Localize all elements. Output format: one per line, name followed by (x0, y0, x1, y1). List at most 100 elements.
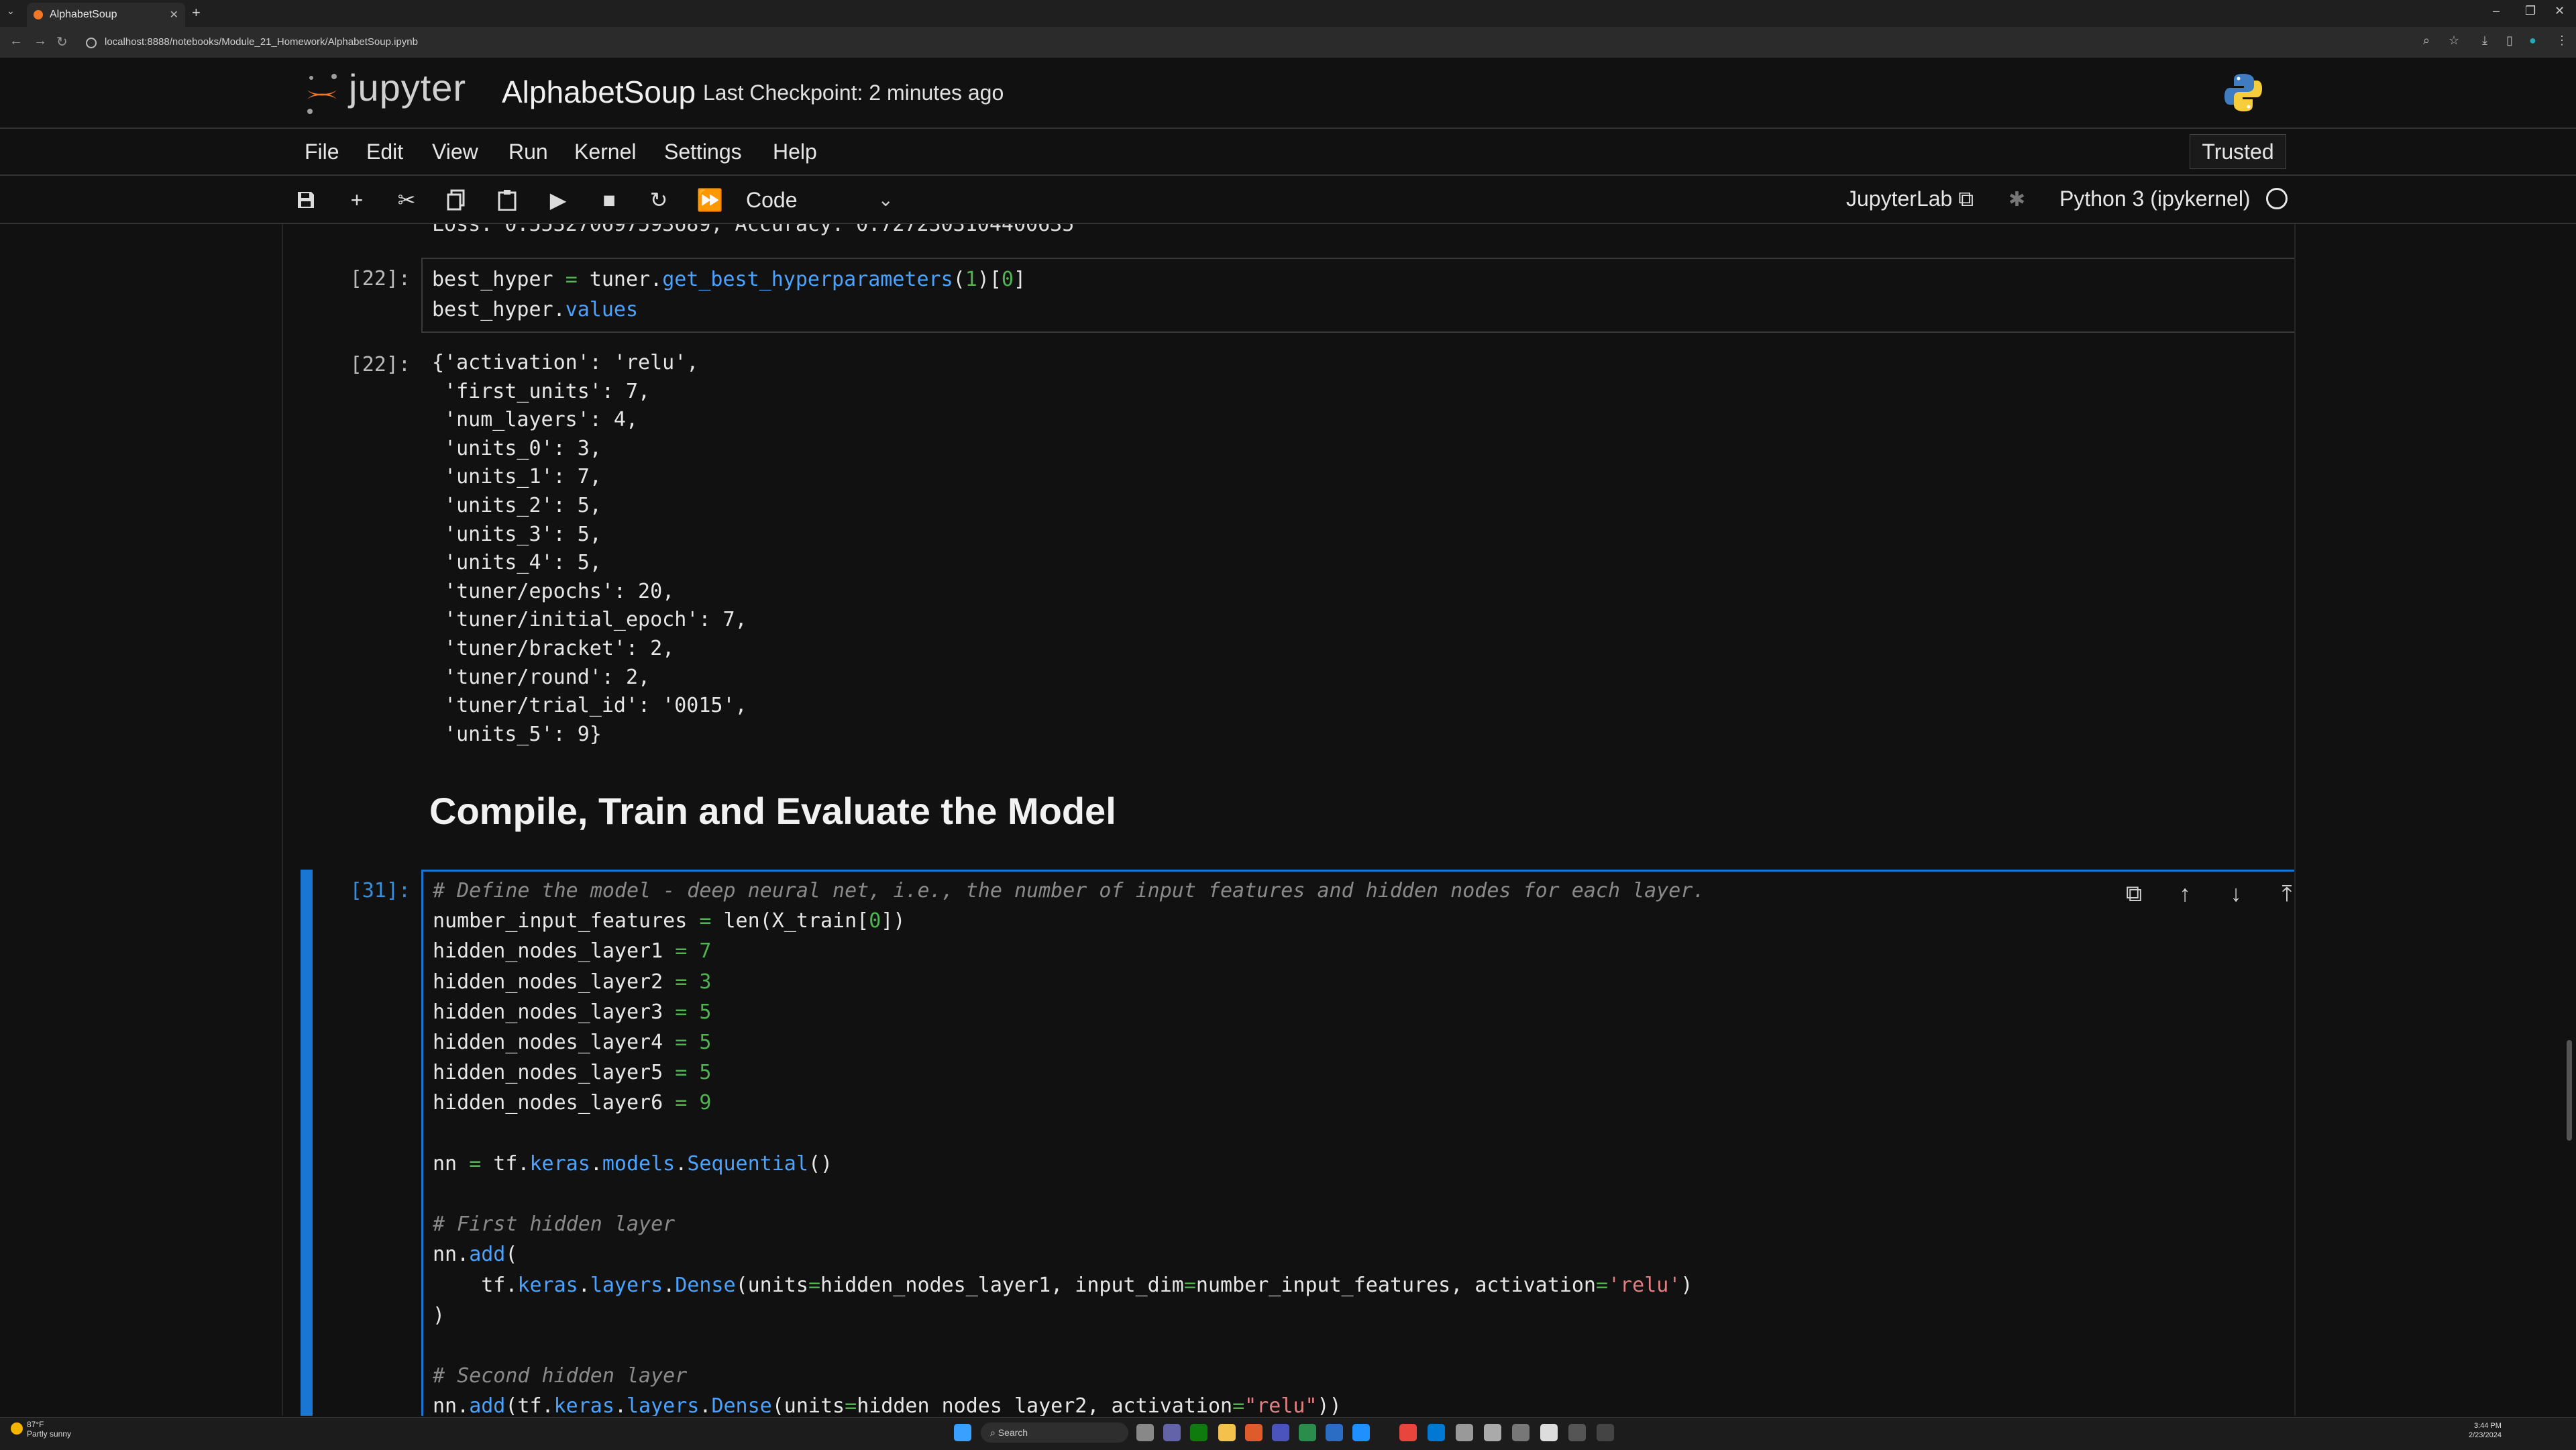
file-explorer-icon[interactable] (1218, 1424, 1236, 1441)
duplicate-cell-icon[interactable]: ⧉ (2118, 881, 2150, 908)
app-icon-5[interactable] (1540, 1424, 1558, 1441)
scrollbar-thumb[interactable] (2567, 1040, 2572, 1141)
search-icon: ⌕ (990, 1427, 996, 1438)
output-line: 'units_0': 3, (432, 436, 602, 460)
cell-31-code: # Define the model - deep neural net, i.… (433, 879, 1705, 1416)
cut-icon[interactable]: ✂ (393, 187, 420, 213)
menu-file[interactable]: File (305, 140, 339, 164)
output-line: 'tuner/trial_id': '0015', (432, 694, 747, 718)
restart-kernel-icon[interactable]: ↻ (645, 187, 672, 213)
word-icon[interactable] (1326, 1424, 1343, 1441)
app-icon-2[interactable] (1456, 1424, 1473, 1441)
window-close-icon[interactable]: ✕ (2555, 4, 2565, 18)
save-icon[interactable] (292, 187, 319, 213)
move-up-icon[interactable]: ↑ (2169, 881, 2201, 908)
output-line: 'units_5': 9} (432, 722, 602, 746)
copy-icon[interactable] (443, 187, 470, 213)
clock-date: 2/23/2024 (2469, 1431, 2502, 1439)
maximize-icon[interactable]: ❐ (2525, 4, 2536, 18)
interrupt-kernel-icon[interactable]: ■ (596, 187, 623, 213)
debugger-bug-icon[interactable]: ✱ (2008, 188, 2025, 211)
insert-above-icon[interactable]: ⤒ (2271, 881, 2294, 908)
menu-kernel[interactable]: Kernel (574, 140, 637, 164)
output-line: 'tuner/epochs': 20, (432, 579, 675, 603)
sidepanel-icon[interactable]: ▯ (2506, 34, 2513, 48)
terminal-icon[interactable] (1597, 1424, 1614, 1441)
output-line: 'units_3': 5, (432, 522, 602, 546)
previous-output-line: Loss: 0.5532706975936​89, Accuracy: 0.72… (432, 224, 1075, 236)
reload-icon[interactable]: ↻ (56, 34, 68, 50)
bookmark-star-icon[interactable]: ☆ (2449, 34, 2459, 48)
windows-start-icon[interactable] (954, 1424, 971, 1441)
browser-tab[interactable]: AlphabetSoup ✕ (27, 3, 185, 27)
kernel-name[interactable]: Python 3 (ipykernel) (2059, 187, 2251, 211)
forward-icon[interactable]: → (34, 34, 47, 49)
profile-icon[interactable]: ● (2529, 34, 2536, 48)
jupyter-logo-icon[interactable] (302, 70, 342, 117)
taskbar-clock[interactable]: 3:44 PM 2/23/2024 (2469, 1421, 2502, 1440)
python-logo-icon (2224, 74, 2262, 111)
task-view-icon[interactable] (1136, 1424, 1154, 1441)
notebook-name[interactable]: AlphabetSoup (502, 74, 696, 110)
site-info-icon[interactable] (86, 38, 97, 48)
cell-type-select[interactable]: Code ⌄ (746, 184, 894, 216)
zoom-icon[interactable]: ⌕ (2423, 34, 2430, 48)
cell-22-input-prompt: [22]: (350, 267, 411, 291)
app-icon-1[interactable] (1272, 1424, 1289, 1441)
tab-title: AlphabetSoup (50, 9, 117, 20)
minimize-icon[interactable]: – (2493, 4, 2500, 18)
weather-widget[interactable]: 87°F Partly sunny (27, 1420, 71, 1439)
trusted-badge[interactable]: Trusted (2190, 134, 2286, 169)
section-heading: Compile, Train and Evaluate the Model (429, 790, 1116, 832)
app-icon-4[interactable] (1512, 1424, 1529, 1441)
notebook-panel[interactable]: Loss: 0.5532706975936​89, Accuracy: 0.72… (282, 224, 2296, 1416)
weather-temp: 87°F (27, 1420, 44, 1429)
menu-run[interactable]: Run (508, 140, 548, 164)
notebook-scrollbar[interactable] (2564, 224, 2576, 1416)
cell-31-prompt: [31]: (350, 879, 411, 902)
todo-icon[interactable] (1352, 1424, 1370, 1441)
cell-31-code-editor[interactable]: ⧉ ↑ ↓ ⤒ ⤓ 🗑 # Define the model - deep ne… (421, 870, 2294, 1416)
app-icon-3[interactable] (1484, 1424, 1501, 1441)
move-down-icon[interactable]: ↓ (2220, 881, 2252, 908)
active-cell-indicator (301, 870, 313, 1416)
cell-type-value: Code (746, 188, 798, 212)
external-link-icon: ⧉ (1958, 187, 1974, 211)
close-tab-icon[interactable]: ✕ (170, 8, 178, 21)
cell-22-code-editor[interactable]: best_hyper = tuner.get_best_hyperparamet… (421, 258, 2294, 333)
menu-view[interactable]: View (432, 140, 478, 164)
app-icon-6[interactable] (1568, 1424, 1586, 1441)
jupyter-favicon-icon (34, 10, 43, 19)
search-label: Search (998, 1427, 1028, 1438)
jupyterlab-label: JupyterLab (1846, 187, 1953, 211)
menu-settings[interactable]: Settings (664, 140, 742, 164)
insert-cell-icon[interactable]: + (343, 187, 370, 213)
url-field[interactable]: localhost:8888/notebooks/Module_21_Homew… (105, 34, 418, 51)
menu-help[interactable]: Help (773, 140, 817, 164)
edge-icon[interactable] (1190, 1424, 1208, 1441)
output-line: 'units_1': 7, (432, 465, 602, 489)
chevron-down-icon: ⌄ (877, 189, 894, 210)
tab-list-icon[interactable]: ⌄ (7, 5, 15, 17)
chrome-icon[interactable] (1399, 1424, 1417, 1441)
excel-icon[interactable] (1299, 1424, 1316, 1441)
output-line: 'units_4': 5, (432, 551, 602, 575)
cell-22-output-prompt: [22]: (350, 353, 411, 376)
vscode-icon[interactable] (1428, 1424, 1445, 1441)
weather-sun-icon[interactable] (11, 1422, 23, 1435)
output-line: 'tuner/round': 2, (432, 665, 651, 689)
run-all-icon[interactable]: ⏩ (696, 187, 723, 213)
paste-icon[interactable] (494, 187, 521, 213)
open-jupyterlab-link[interactable]: JupyterLab ⧉ (1846, 187, 1974, 212)
back-icon[interactable]: ← (9, 34, 23, 49)
menu-edit[interactable]: Edit (366, 140, 403, 164)
downloads-icon[interactable]: ⤓ (2482, 34, 2487, 48)
new-tab-icon[interactable]: + (192, 4, 201, 21)
store-icon[interactable] (1245, 1424, 1263, 1441)
browser-menu-icon[interactable]: ⋮ (2556, 34, 2568, 48)
output-line: 'units_2': 5, (432, 493, 602, 517)
checkpoint-status: Last Checkpoint: 2 minutes ago (703, 81, 1004, 105)
run-cell-icon[interactable]: ▶ (545, 187, 572, 213)
taskbar-search[interactable]: ⌕ Search (981, 1422, 1128, 1443)
teams-icon[interactable] (1163, 1424, 1181, 1441)
